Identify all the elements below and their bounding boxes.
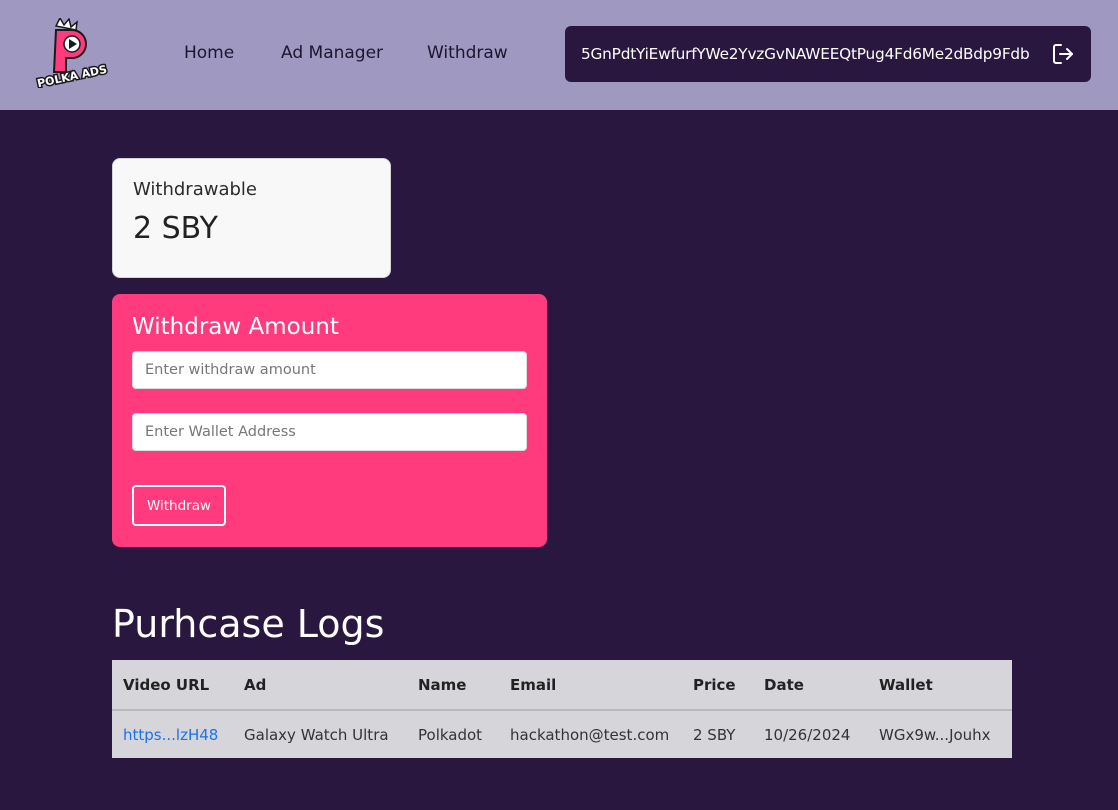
wallet-address-pill[interactable]: 5GnPdtYiEwfurfYWe2YvzGvNAWEEQtPug4Fd6Me2… bbox=[565, 26, 1091, 82]
column-header-name: Name bbox=[407, 660, 499, 711]
column-header-price: Price bbox=[682, 660, 753, 711]
table-row: https...lzH48 Galaxy Watch Ultra Polkado… bbox=[112, 710, 1012, 758]
navbar: POLKA ADS Home Ad Manager Withdraw 5GnPd… bbox=[0, 0, 1118, 110]
withdraw-form-card: Withdraw Amount Withdraw bbox=[112, 294, 547, 547]
wallet-address-text: 5GnPdtYiEwfurfYWe2YvzGvNAWEEQtPug4Fd6Me2… bbox=[581, 45, 1030, 63]
video-url-link[interactable]: https...lzH48 bbox=[123, 726, 218, 744]
column-header-ad: Ad bbox=[233, 660, 407, 711]
polka-ads-logo[interactable]: POLKA ADS bbox=[34, 16, 110, 92]
nav-link-withdraw[interactable]: Withdraw bbox=[427, 43, 508, 63]
column-header-date: Date bbox=[753, 660, 868, 711]
cell-name: Polkadot bbox=[418, 725, 483, 744]
cell-email: hackathon@test.com bbox=[510, 725, 670, 744]
column-header-video-url: Video URL bbox=[112, 660, 233, 711]
cell-wallet: WGx9w...Jouhx bbox=[879, 725, 991, 744]
wallet-address-input[interactable] bbox=[132, 413, 527, 451]
cell-date: 10/26/2024 bbox=[764, 725, 851, 744]
logout-icon[interactable] bbox=[1051, 42, 1075, 66]
column-header-email: Email bbox=[499, 660, 682, 711]
withdraw-amount-input[interactable] bbox=[132, 351, 527, 389]
table-header-row: Video URL Ad Name Email Price Date Walle… bbox=[112, 660, 1012, 711]
withdrawable-label: Withdrawable bbox=[133, 179, 257, 200]
withdrawable-balance-card: Withdrawable 2 SBY bbox=[112, 158, 391, 278]
column-header-wallet: Wallet bbox=[868, 660, 1012, 711]
cell-video-url: https...lzH48 bbox=[112, 710, 233, 758]
withdraw-form-title: Withdraw Amount bbox=[132, 314, 339, 340]
cell-ad: Galaxy Watch Ultra bbox=[244, 725, 389, 744]
nav-link-home[interactable]: Home bbox=[184, 43, 234, 63]
withdrawable-value: 2 SBY bbox=[133, 211, 218, 246]
logo-text: POLKA ADS bbox=[36, 63, 108, 88]
purchase-logs-table: Video URL Ad Name Email Price Date Walle… bbox=[112, 660, 1012, 758]
withdraw-button[interactable]: Withdraw bbox=[132, 485, 226, 526]
purchase-logs-title: Purhcase Logs bbox=[112, 602, 385, 646]
cell-price: 2 SBY bbox=[693, 725, 736, 744]
nav-link-ad-manager[interactable]: Ad Manager bbox=[281, 43, 383, 63]
